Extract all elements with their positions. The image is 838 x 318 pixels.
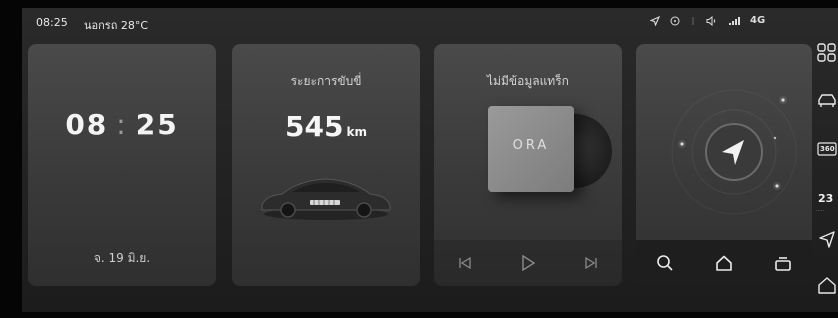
- play-icon: [522, 254, 536, 272]
- route-icon: [774, 257, 791, 271]
- clock-widget[interactable]: 08:25 จ. 19 มิ.ย.: [28, 44, 216, 286]
- clock-minute: 25: [135, 108, 179, 141]
- range-unit: km: [346, 125, 367, 139]
- previous-track-button[interactable]: [452, 250, 478, 276]
- navigation-compass-graphic: [671, 89, 797, 215]
- album-cover[interactable]: ORA: [488, 106, 574, 192]
- next-track-icon: [584, 256, 597, 270]
- driving-range-widget[interactable]: ระยะการขับขี่ 545 km: [232, 44, 420, 286]
- nav-search-button[interactable]: [652, 250, 678, 276]
- play-button[interactable]: [515, 250, 541, 276]
- dock-360-camera-button[interactable]: 360: [816, 138, 838, 160]
- signal-strength-icon: [729, 16, 740, 25]
- network-type: 4G: [750, 15, 766, 26]
- mute-indicator-icon: [692, 16, 694, 25]
- car-illustration: [254, 164, 398, 224]
- range-title: ระยะการขับขี่: [290, 74, 362, 88]
- range-value: 545: [285, 110, 344, 143]
- dock-temperature[interactable]: 23: [818, 192, 833, 205]
- dock-temperature-sub: ·····: [816, 208, 824, 214]
- navigation-map[interactable]: [636, 44, 812, 242]
- dock-navigation-button[interactable]: [816, 228, 838, 250]
- range-value-line: 545 km: [232, 110, 420, 143]
- nav-home-button[interactable]: [711, 250, 737, 276]
- head-unit-screen: 08:25 นอกรถ 28°C 4G 08:25 จ. 19 มิ.ย. ระ…: [22, 8, 838, 312]
- album-logo: ORA: [512, 138, 550, 153]
- previous-track-icon: [459, 256, 471, 270]
- home-icon: [818, 277, 836, 294]
- status-icons: 4G: [650, 15, 765, 26]
- navigation-widget[interactable]: [636, 44, 812, 286]
- location-arrow-icon: [650, 15, 660, 26]
- volume-icon: [706, 15, 716, 26]
- clock-separator: :: [116, 108, 128, 141]
- camera-360-label: 360: [820, 145, 835, 153]
- apps-grid-icon: [817, 43, 836, 62]
- clock-hour: 08: [65, 108, 109, 141]
- media-player-widget[interactable]: ไม่มีข้อมูลแทร็ก ORA: [434, 44, 622, 286]
- home-icon: [716, 255, 732, 271]
- track-title: ไม่มีข้อมูลแทร็ก: [487, 74, 569, 88]
- dock-vehicle-button[interactable]: [816, 90, 838, 112]
- car-icon: [818, 94, 836, 107]
- car-icon: [261, 178, 391, 220]
- status-time: 08:25: [36, 16, 68, 29]
- playback-controls: [434, 240, 622, 286]
- search-icon: [657, 255, 673, 271]
- steering-wheel-icon: [670, 16, 680, 25]
- status-bar: 08:25 นอกรถ 28°C 4G: [22, 8, 838, 38]
- digital-clock: 08:25: [28, 108, 216, 141]
- clock-date: จ. 19 มิ.ย.: [93, 251, 151, 265]
- navigation-actions: [636, 240, 812, 286]
- nav-route-button[interactable]: [770, 250, 796, 276]
- next-track-button[interactable]: [578, 250, 604, 276]
- navigation-icon: [819, 231, 835, 248]
- side-dock: 360 23 ·····: [814, 38, 838, 308]
- outside-temperature: นอกรถ 28°C: [84, 19, 149, 32]
- dock-home-button[interactable]: [816, 274, 838, 296]
- dock-apps-button[interactable]: [816, 42, 838, 64]
